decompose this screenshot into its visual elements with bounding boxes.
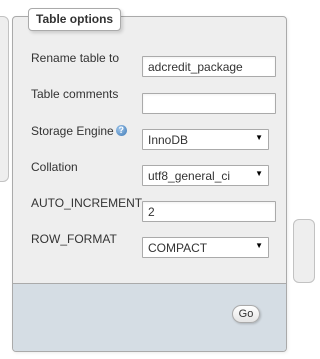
storage-engine-label-text: Storage Engine [31,124,114,138]
row-format-select[interactable]: COMPACT ▼ [142,237,269,258]
storage-engine-select[interactable]: InnoDB ▼ [142,129,269,150]
collation-select[interactable]: utf8_general_ci ▼ [142,165,269,186]
auto-increment-input[interactable] [142,201,276,222]
table-comments-label: Table comments [31,87,119,101]
dropdown-arrow-icon: ▼ [255,169,263,178]
adjacent-panel-left [0,16,9,182]
auto-increment-label: AUTO_INCREMENT [31,196,143,210]
table-comments-input[interactable] [142,93,276,114]
storage-engine-value: InnoDB [148,133,189,147]
row-format-label: ROW_FORMAT [31,232,117,246]
table-options-legend: Table options [28,8,122,31]
collation-value: utf8_general_ci [148,169,231,183]
dropdown-arrow-icon: ▼ [255,241,263,250]
go-button[interactable]: Go [232,305,260,323]
dropdown-arrow-icon: ▼ [255,133,263,142]
rename-table-label: Rename table to [31,51,120,65]
storage-engine-label: Storage Engine? [31,124,127,138]
rename-table-input[interactable] [142,56,276,77]
adjacent-panel-right [293,219,315,283]
row-format-value: COMPACT [148,241,208,255]
collation-label: Collation [31,160,78,174]
help-icon[interactable]: ? [115,125,127,137]
